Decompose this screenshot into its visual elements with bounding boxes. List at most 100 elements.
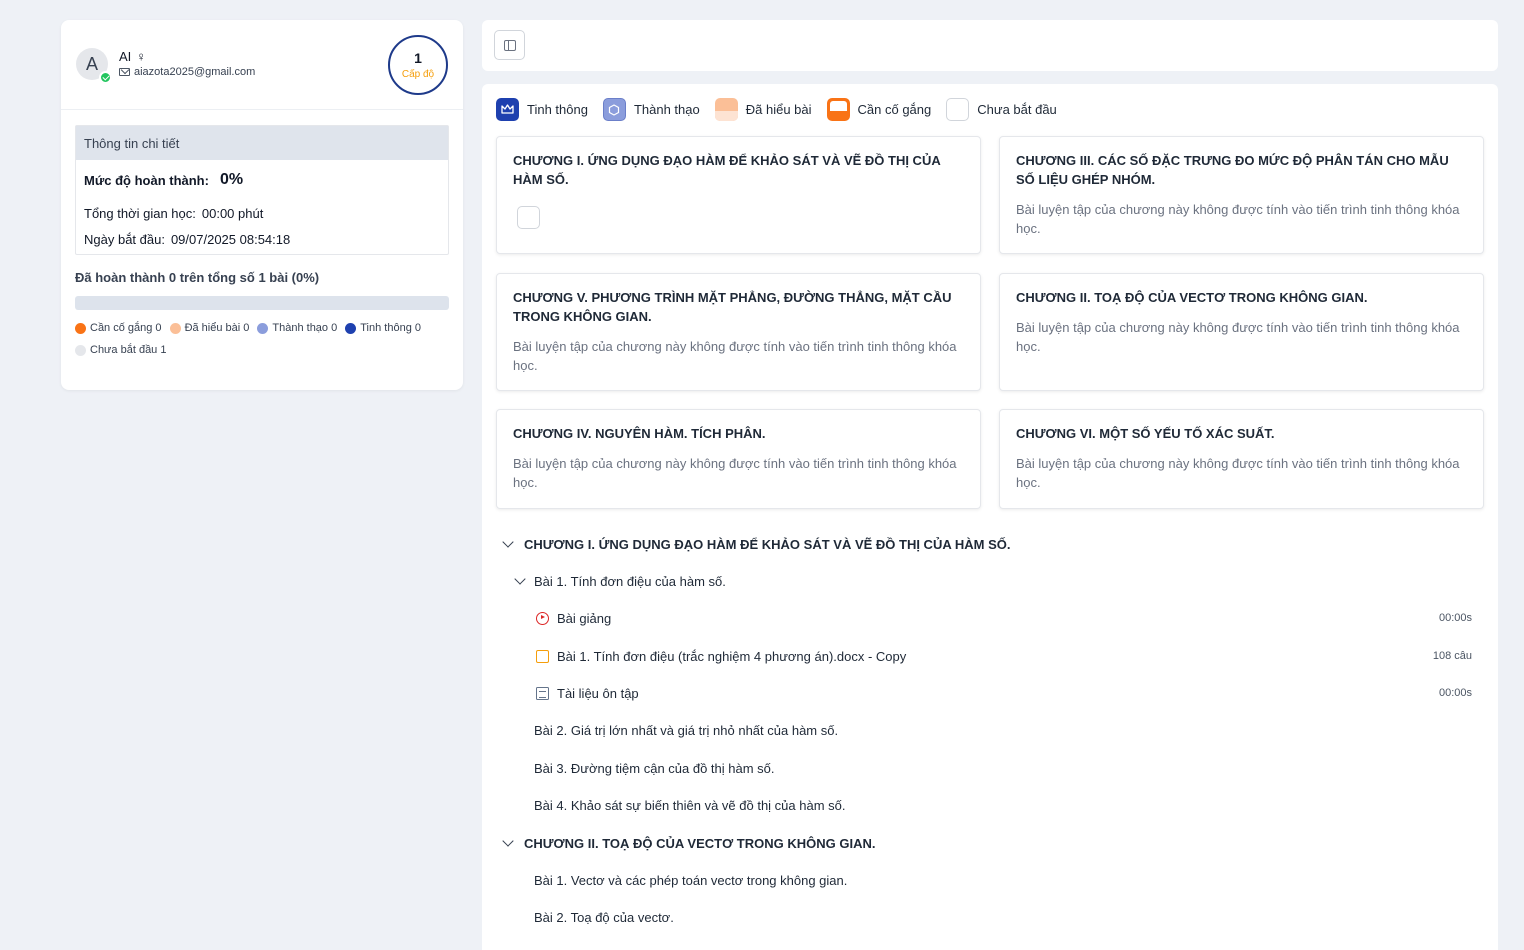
status-understood: Đã hiểu bài [714, 98, 812, 121]
tree-lesson-title: Bài 4. Khảo sát sự biến thiên và vẽ đồ t… [534, 797, 846, 813]
chapter-card[interactable]: CHƯƠNG IV. NGUYÊN HÀM. TÍCH PHÂN. Bài lu… [496, 409, 981, 509]
level-number: 1 [414, 50, 422, 66]
chapter-card-note: Bài luyện tập của chương này không được … [513, 339, 957, 373]
stat-not-started-label: Chưa bắt đầu 1 [90, 344, 167, 356]
stat-mastery-dot [345, 322, 357, 334]
stat-mastery: Tinh thông 0 [345, 322, 421, 334]
chevron-down-icon [502, 536, 514, 548]
tree-item-lecture[interactable]: Bài giảng 00:00s [536, 608, 1472, 628]
sidebar-toggle-icon [503, 39, 516, 51]
stat-understood-label: Đã hiểu bài 0 [184, 322, 250, 334]
stat-fluent-dot [257, 322, 269, 334]
stat-not-started: Chưa bắt đầu 1 [75, 344, 166, 356]
chapter-card-title: CHƯƠNG VI. MỘT SỐ YẾU TỐ XÁC SUẤT. [1016, 426, 1275, 441]
detail-info-header: Thông tin chi tiết [76, 126, 448, 160]
stat-understood: Đã hiểu bài 0 [169, 322, 250, 334]
chapter-card[interactable]: CHƯƠNG VI. MỘT SỐ YẾU TỐ XÁC SUẤT. Bài l… [999, 409, 1484, 509]
avatar[interactable]: A [76, 48, 112, 84]
play-icon [536, 611, 549, 625]
chapter-card-note: Bài luyện tập của chương này không được … [513, 456, 957, 490]
understood-icon [714, 98, 738, 121]
status-mastery: Tinh thông [496, 98, 588, 121]
tree-chapter-title: CHƯƠNG II. TOẠ ĐỘ CỦA VECTƠ TRONG KHÔNG … [524, 835, 876, 851]
tree-lesson-ch2-1[interactable]: Bài 1. Vectơ và các phép toán vectơ tron… [534, 870, 847, 890]
tree-item-label: Bài giảng [557, 610, 612, 626]
completion-row: Mức độ hoàn thành: 0% [76, 160, 448, 200]
tree-lesson-title: Bài 2. Giá trị lớn nhất và giá trị nhỏ n… [534, 722, 839, 738]
stats-legend-row-2: Chưa bắt đầu 1 [75, 344, 166, 356]
status-not-started: Chưa bắt đầu [946, 98, 1057, 121]
profile-card: A AI ♀ aiazota2025@gmail.com 1 Cấp độ Th… [61, 20, 463, 390]
completion-value: 0% [219, 171, 244, 188]
tree-item-quiz[interactable]: Bài 1. Tính đơn điệu (trắc nghiệm 4 phươ… [536, 646, 1472, 666]
chapter-card-title: CHƯƠNG I. ỨNG DỤNG ĐẠO HÀM ĐỂ KHẢO SÁT V… [513, 153, 941, 187]
tree-lesson-title: Bài 1. Tính đơn điệu của hàm số. [534, 573, 726, 589]
progress-bar [75, 296, 449, 310]
document-icon [536, 686, 549, 700]
female-icon: ♀ [136, 49, 147, 64]
status-legend: Tinh thông Thành thạo Đã hiểu bài Cần cố… [496, 98, 1072, 121]
stat-effort: Cần cố gắng 0 [75, 322, 162, 334]
quiz-icon [536, 649, 549, 663]
status-mastery-label: Tinh thông [527, 102, 588, 117]
tree-item-label: Bài 1. Tính đơn điệu (trắc nghiệm 4 phươ… [557, 648, 907, 664]
tree-lesson-ch2-2[interactable]: Bài 2. Toạ độ của vectơ. [534, 907, 674, 927]
status-not-started-label: Chưa bắt đầu [977, 102, 1057, 117]
mail-icon [119, 68, 130, 76]
status-effort-label: Cần cố gắng [857, 102, 932, 117]
stat-mastery-label: Tinh thông 0 [360, 322, 421, 334]
tree-lesson-1[interactable]: Bài 1. Tính đơn điệu của hàm số. [514, 571, 726, 591]
chapter-card-title: CHƯƠNG III. CÁC SỐ ĐẶC TRƯNG ĐO MỨC ĐỘ P… [1016, 153, 1449, 187]
tree-item-document[interactable]: Tài liệu ôn tập 00:00s [536, 683, 1472, 703]
chapter-card[interactable]: CHƯƠNG II. TOẠ ĐỘ CỦA VECTƠ TRONG KHÔNG … [999, 273, 1484, 391]
sidebar-toggle-button[interactable] [494, 30, 525, 60]
verified-check-icon [99, 71, 112, 84]
tree-chapter-2[interactable]: CHƯƠNG II. TOẠ ĐỘ CỦA VECTƠ TRONG KHÔNG … [502, 833, 876, 853]
tree-lesson-4[interactable]: Bài 4. Khảo sát sự biến thiên và vẽ đồ t… [534, 795, 846, 815]
tree-lesson-2[interactable]: Bài 2. Giá trị lớn nhất và giá trị nhỏ n… [534, 720, 838, 740]
effort-icon [826, 98, 850, 121]
start-date-label: Ngày bắt đầu: [84, 231, 165, 247]
stat-fluent: Thành thạo 0 [257, 322, 337, 334]
chapter-card-title: CHƯƠNG V. PHƯƠNG TRÌNH MẶT PHẲNG, ĐƯỜNG … [513, 290, 952, 324]
level-badge: 1 Cấp độ [388, 35, 448, 95]
tree-chapter-1[interactable]: CHƯƠNG I. ỨNG DỤNG ĐẠO HÀM ĐỂ KHẢO SÁT V… [502, 534, 1010, 554]
status-effort: Cần cố gắng [826, 98, 932, 121]
tree-item-duration: 00:00s [1438, 612, 1472, 624]
top-toolbar [482, 20, 1498, 71]
user-email: aiazota2025@gmail.com [119, 66, 255, 78]
crown-icon [496, 98, 519, 121]
status-fluent: Thành thạo [602, 98, 700, 121]
chapter-status-box [517, 206, 540, 229]
avatar-letter: A [85, 53, 98, 74]
study-time-value: 00:00 phút [201, 205, 264, 221]
progress-summary: Đã hoàn thành 0 trên tổng số 1 bài (0%) [75, 270, 320, 285]
chapter-card-note: Bài luyện tập của chương này không được … [1016, 320, 1460, 354]
not-started-icon [946, 98, 970, 121]
chapter-card-note: Bài luyện tập của chương này không được … [1016, 202, 1460, 236]
detail-info-box: Thông tin chi tiết Mức độ hoàn thành: 0%… [75, 125, 449, 255]
study-time-label: Tổng thời gian học: [84, 205, 196, 221]
course-panel: Tinh thông Thành thạo Đã hiểu bài Cần cố… [482, 84, 1498, 950]
tree-lesson-3[interactable]: Bài 3. Đường tiệm cận của đồ thị hàm số. [534, 758, 775, 778]
chapter-card-note: Bài luyện tập của chương này không được … [1016, 456, 1460, 490]
tree-item-label: Tài liệu ôn tập [557, 685, 639, 701]
user-name: AI ♀ [119, 49, 146, 64]
completion-label: Mức độ hoàn thành: [84, 172, 209, 188]
stat-not-started-dot [75, 344, 86, 356]
chapter-card[interactable]: CHƯƠNG III. CÁC SỐ ĐẶC TRƯNG ĐO MỨC ĐỘ P… [999, 136, 1484, 254]
profile-header: A AI ♀ aiazota2025@gmail.com 1 Cấp độ [61, 20, 463, 110]
stat-effort-label: Cần cố gắng 0 [90, 322, 162, 334]
chevron-down-icon [502, 835, 514, 847]
tree-lesson-title: Bài 1. Vectơ và các phép toán vectơ tron… [534, 872, 848, 888]
chapter-card[interactable]: CHƯƠNG V. PHƯƠNG TRÌNH MẶT PHẲNG, ĐƯỜNG … [496, 273, 981, 391]
stat-fluent-label: Thành thạo 0 [272, 322, 338, 334]
chapter-card[interactable]: CHƯƠNG I. ỨNG DỤNG ĐẠO HÀM ĐỂ KHẢO SÁT V… [496, 136, 981, 254]
status-fluent-label: Thành thạo [633, 102, 700, 117]
user-email-text: aiazota2025@gmail.com [134, 66, 256, 78]
stat-effort-dot [75, 322, 86, 334]
status-understood-label: Đã hiểu bài [745, 102, 812, 117]
hexagon-icon [602, 98, 626, 121]
tree-item-duration: 00:00s [1438, 687, 1472, 699]
stat-understood-dot [169, 322, 181, 334]
